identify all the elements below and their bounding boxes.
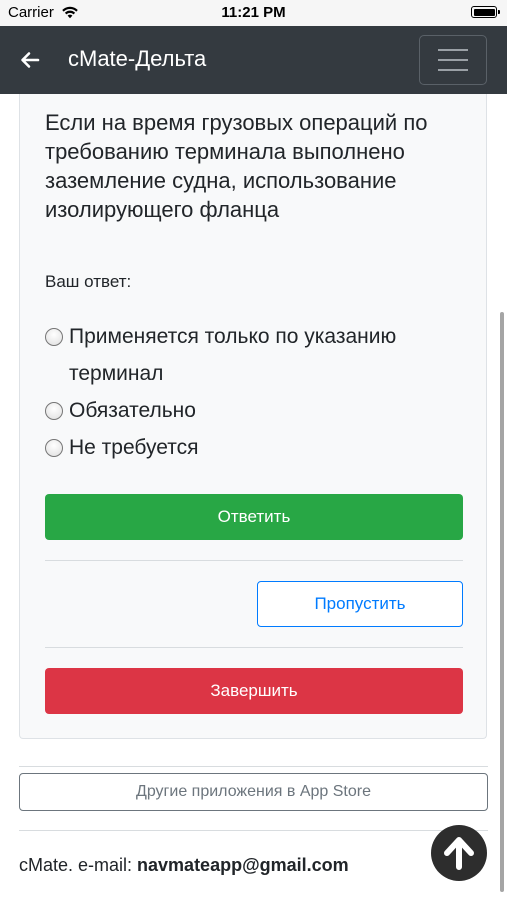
submit-answer-button[interactable]: Ответить	[45, 494, 463, 540]
answer-option-label: Обязательно	[69, 399, 196, 422]
skip-button[interactable]: Пропустить	[257, 581, 463, 627]
app-title: cMate-Дельта	[68, 46, 207, 71]
contact-info: cMate. e-mail: navmateapp@gmail.com	[19, 855, 349, 876]
status-bar: Carrier 11:21 PM	[0, 0, 507, 26]
scrollbar[interactable]	[500, 312, 504, 892]
clock: 11:21 PM	[221, 4, 286, 21]
divider	[19, 766, 488, 767]
answer-option-label: Не требуется	[69, 436, 199, 459]
answer-label: Ваш ответ:	[45, 272, 132, 291]
other-apps-button[interactable]: Другие приложения в App Store	[19, 773, 488, 811]
answer-option-1[interactable]: Применяется только по указанию терминал	[45, 318, 465, 392]
divider	[45, 647, 463, 648]
arrow-up-circle-icon[interactable]	[431, 825, 487, 881]
question-text: Если на время грузовых операций по требо…	[45, 110, 428, 222]
answer-option-2[interactable]: Обязательно	[45, 392, 465, 429]
app-screen: Carrier 11:21 PM cMate-Дельта Если на вр…	[0, 0, 507, 900]
radio-button[interactable]	[45, 328, 63, 346]
answer-option-label: Применяется только по указанию терминал	[69, 325, 397, 385]
contact-email-link[interactable]: navmateapp@gmail.com	[137, 855, 349, 875]
radio-button[interactable]	[45, 402, 63, 420]
contact-prefix: cMate. e-mail:	[19, 855, 138, 875]
arrow-up-icon	[444, 837, 474, 870]
divider	[19, 830, 488, 831]
navbar: cMate-Дельта	[0, 26, 507, 94]
answer-option-3[interactable]: Не требуется	[45, 429, 465, 466]
arrow-left-icon[interactable]	[20, 50, 40, 70]
divider	[45, 560, 463, 561]
hamburger-menu-icon[interactable]	[419, 35, 487, 85]
radio-button[interactable]	[45, 439, 63, 457]
question-card: Если на время грузовых операций по требо…	[19, 94, 487, 739]
battery-icon	[471, 6, 500, 18]
finish-button[interactable]: Завершить	[45, 668, 463, 714]
